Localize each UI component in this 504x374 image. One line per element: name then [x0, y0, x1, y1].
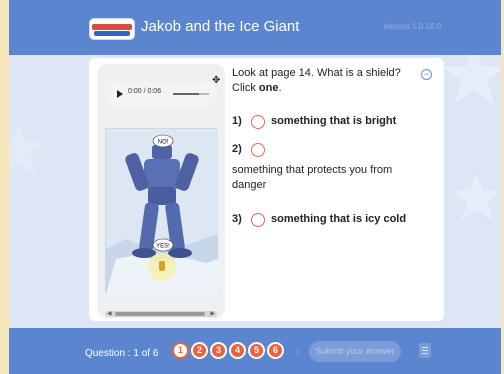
speech-bubble-top: NO!: [158, 140, 169, 146]
question-text: Look at page 14. What is a shield? Click…: [232, 67, 401, 94]
star-decoration: [9, 123, 47, 176]
question-button-1[interactable]: 1: [172, 342, 189, 359]
audio-player[interactable]: 0:00 / 0:06: [105, 82, 217, 106]
star-decoration: [451, 172, 501, 221]
scroll-right-icon[interactable]: ▶: [210, 311, 215, 317]
notes-icon[interactable]: [419, 343, 431, 358]
version-label: Version 1.0.18.0: [383, 22, 441, 31]
play-icon[interactable]: [117, 90, 123, 98]
option-number: 1): [232, 115, 242, 127]
option-number: 2): [232, 143, 242, 155]
scrollbar-thumb[interactable]: [115, 312, 205, 316]
option-label[interactable]: something that protects you from danger: [232, 163, 402, 193]
book-title: Jakob and the Ice Giant: [141, 18, 300, 35]
book-page-illustration: NO! YES!: [105, 128, 218, 294]
submit-answer-button[interactable]: Submit your answer: [309, 341, 401, 362]
radio-button[interactable]: [251, 115, 265, 129]
audio-time: 0:00 / 0:06: [128, 88, 162, 95]
radio-button[interactable]: [251, 213, 265, 227]
audio-progress[interactable]: [173, 93, 199, 95]
header-bar: Jakob and the Ice Giant Version 1.0.18.0: [9, 0, 501, 55]
collapse-icon[interactable]: −: [421, 69, 432, 80]
question-button-4[interactable]: 4: [229, 342, 246, 359]
question-panel: 0:00 / 0:06 ✥ NO! YES! ◀ ▶ Look at page …: [89, 58, 444, 321]
option-label[interactable]: something that is icy cold: [271, 213, 406, 225]
app-window: Jakob and the Ice Giant Version 1.0.18.0…: [9, 0, 501, 374]
radio-button[interactable]: [251, 143, 265, 157]
question-counter: Question : 1 of 6: [85, 348, 159, 359]
book-viewer[interactable]: 0:00 / 0:06 ✥ NO! YES! ◀ ▶: [97, 64, 225, 318]
reading-program-logo: [89, 18, 135, 40]
question-button-2[interactable]: 2: [191, 342, 208, 359]
ice-giant-illustration: NO! YES!: [106, 129, 218, 294]
previous-arrow-icon[interactable]: ‹: [295, 342, 309, 360]
footer-bar: Question : 1 of 6 1 2 3 4 5 6 ‹ Submit y…: [9, 328, 501, 374]
horizontal-scrollbar[interactable]: ◀ ▶: [105, 311, 217, 317]
question-button-6[interactable]: 6: [267, 342, 284, 359]
question-button-5[interactable]: 5: [248, 342, 265, 359]
option-label[interactable]: something that is bright: [271, 115, 396, 127]
speech-bubble-bottom: YES!: [156, 244, 170, 250]
question-button-3[interactable]: 3: [210, 342, 227, 359]
scroll-left-icon[interactable]: ◀: [107, 311, 112, 317]
expand-icon[interactable]: ✥: [212, 75, 220, 86]
option-number: 3): [232, 213, 242, 225]
